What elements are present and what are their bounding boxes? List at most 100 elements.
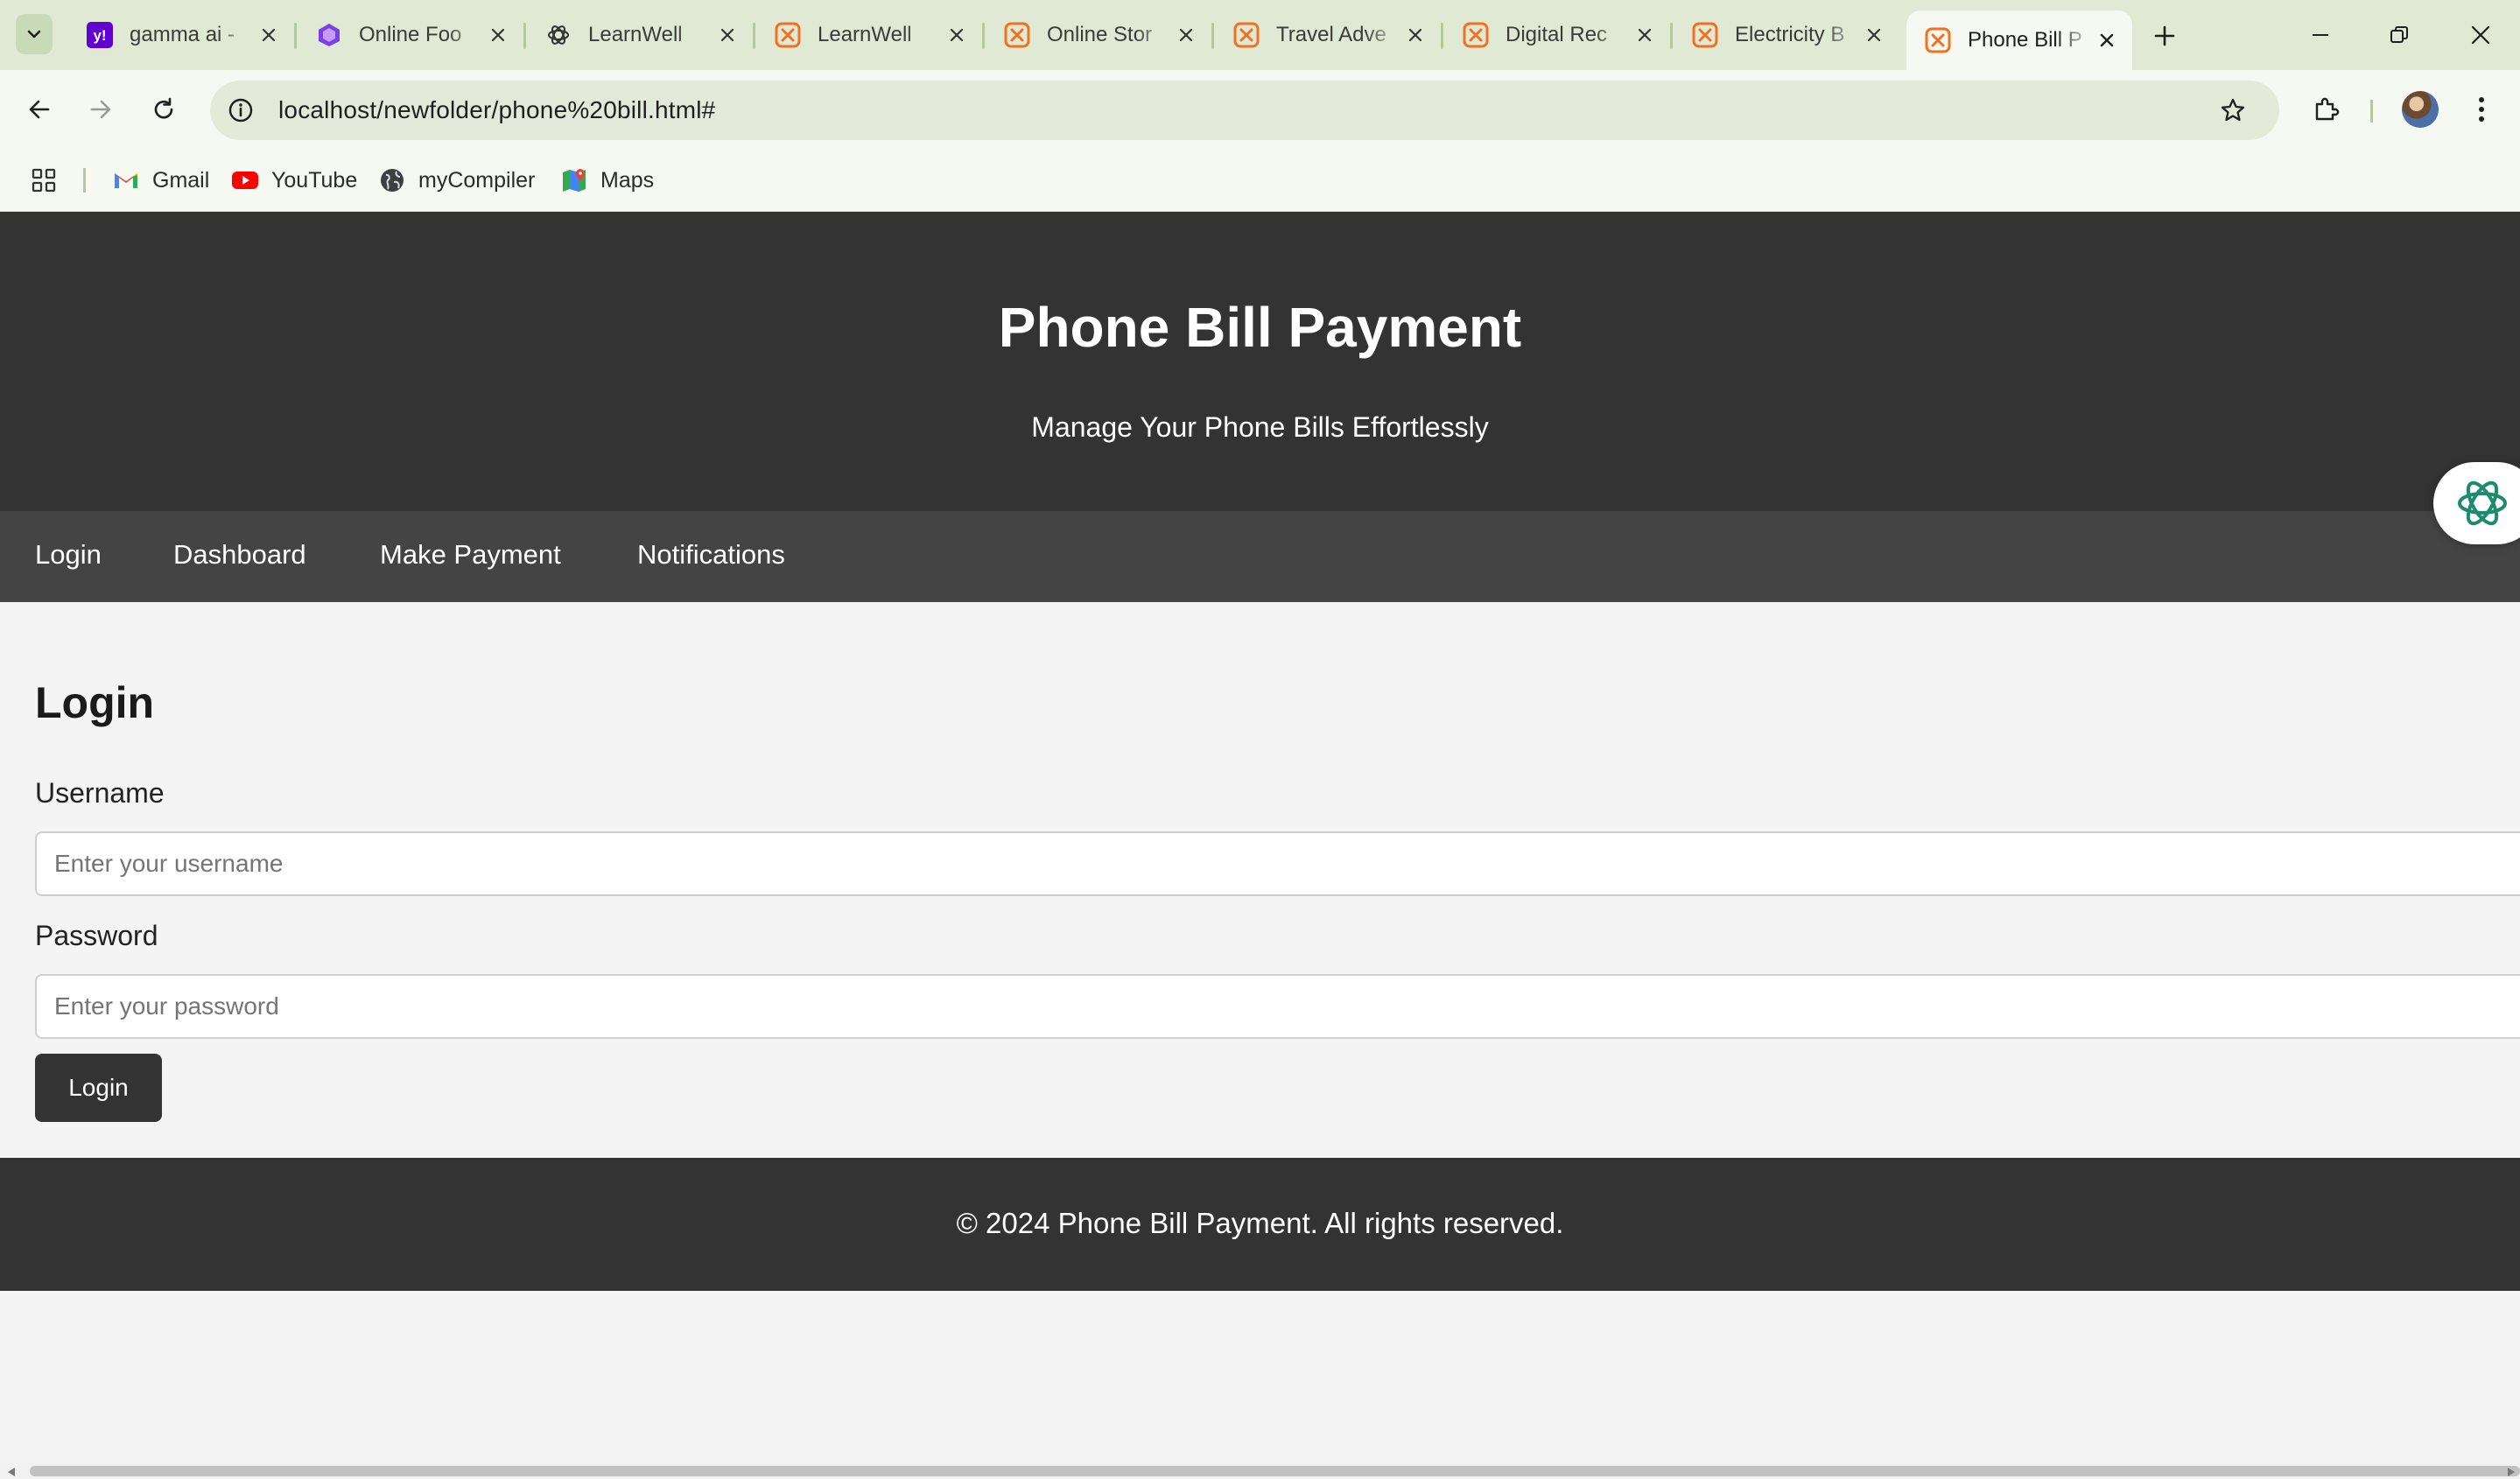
close-icon[interactable] [1402, 22, 1428, 48]
scrollbar-thumb[interactable] [30, 1466, 2520, 1476]
bookmark-youtube[interactable]: YouTube [231, 161, 357, 200]
plus-icon [2154, 25, 2175, 46]
nav-link-notifications[interactable]: Notifications [637, 539, 785, 571]
bookmark-gmail[interactable]: Gmail [112, 161, 209, 200]
new-tab-button[interactable] [2144, 16, 2185, 56]
nav-link-dashboard[interactable]: Dashboard [173, 539, 306, 571]
bookmark-label: Gmail [152, 167, 210, 193]
login-heading: Login [35, 678, 155, 727]
web-page: Phone Bill Payment Manage Your Phone Bil… [0, 212, 2520, 1463]
close-icon[interactable] [485, 22, 511, 48]
tab-0[interactable]: y! gamma ai - [68, 9, 294, 61]
extensions-button[interactable] [2304, 88, 2348, 131]
xampp-icon [1462, 21, 1490, 49]
tab-title: Phone Bill P [1968, 28, 2082, 52]
site-header: Phone Bill Payment Manage Your Phone Bil… [0, 212, 2520, 511]
bookmark-label: Maps [600, 167, 655, 193]
tab-title: Online Stor [1047, 23, 1153, 46]
scroll-right-icon[interactable] [2505, 1467, 2517, 1477]
bookmark-mycompiler[interactable]: myCompiler [378, 161, 535, 200]
yahoo-icon: y! [86, 21, 114, 49]
page-title: Phone Bill Payment [998, 296, 1522, 359]
tab-title: Digital Rec [1506, 23, 1608, 46]
tab-separator [523, 23, 526, 49]
browser-toolbar: localhost/newfolder/phone%20bill.html# [0, 70, 2520, 149]
maps-icon [560, 166, 588, 194]
openai-icon [544, 21, 572, 49]
apps-grid-icon[interactable] [26, 163, 61, 198]
tab-5[interactable]: Travel Adve [1215, 9, 1441, 61]
restore-icon [2390, 26, 2408, 43]
close-icon[interactable] [1632, 22, 1658, 48]
arrow-right-icon [90, 100, 111, 119]
bookmark-label: YouTube [271, 167, 358, 193]
username-input[interactable] [35, 831, 2520, 896]
tab-6[interactable]: Digital Rec [1444, 9, 1670, 61]
tab-separator [1441, 23, 1443, 49]
profile-avatar[interactable] [2402, 91, 2439, 128]
xampp-icon [774, 21, 802, 49]
close-icon [2471, 25, 2490, 45]
password-label: Password [35, 920, 158, 951]
close-icon[interactable] [2094, 27, 2120, 53]
gmail-icon [112, 166, 140, 194]
tab-title: LearnWell [588, 23, 683, 46]
tab-title: Electricity B [1735, 23, 1845, 46]
tab-3[interactable]: LearnWell [756, 9, 982, 61]
xampp-icon [1924, 26, 1952, 54]
close-icon[interactable] [714, 22, 741, 48]
more-vertical-icon [2479, 97, 2484, 122]
tab-search-button[interactable] [16, 14, 53, 54]
password-input[interactable] [35, 974, 2520, 1039]
reload-button[interactable] [142, 88, 186, 131]
ai-assistant-icon [2458, 480, 2507, 526]
login-submit-button[interactable]: Login [35, 1054, 162, 1122]
tab-1[interactable]: Online Foo [298, 9, 523, 61]
tab-title: Online Foo [359, 23, 462, 46]
arrow-left-icon [29, 100, 50, 119]
site-info-icon[interactable] [221, 90, 261, 130]
tab-title: Travel Adve [1276, 23, 1386, 46]
minimize-button[interactable] [2290, 9, 2351, 61]
page-tagline: Manage Your Phone Bills Effortlessly [1031, 411, 1489, 443]
bookmark-star-icon[interactable] [2213, 90, 2253, 130]
bookmark-maps[interactable]: Maps [560, 161, 654, 200]
username-label: Username [35, 777, 165, 809]
site-nav: Login Dashboard Make Payment Notificatio… [0, 511, 2520, 602]
minimize-icon [2313, 34, 2328, 36]
scroll-left-icon[interactable] [5, 1467, 18, 1477]
url-text[interactable]: localhost/newfolder/phone%20bill.html# [278, 96, 715, 124]
tab-8-active[interactable]: Phone Bill P [1906, 11, 2132, 70]
close-icon[interactable] [1173, 22, 1199, 48]
horizontal-scrollbar[interactable] [0, 1463, 2520, 1479]
assistant-floating-button[interactable] [2433, 462, 2520, 544]
tab-2[interactable]: LearnWell [527, 9, 753, 61]
bookmarks-divider [83, 168, 86, 193]
xampp-icon [1003, 21, 1031, 49]
nav-link-make-payment[interactable]: Make Payment [380, 539, 561, 571]
tab-separator [982, 23, 985, 49]
bookmark-label: myCompiler [418, 167, 536, 193]
tab-separator [1211, 23, 1214, 49]
toolbar-divider [2370, 100, 2373, 123]
tab-title: LearnWell [818, 23, 912, 46]
restore-button[interactable] [2369, 9, 2430, 61]
nav-link-login[interactable]: Login [35, 539, 102, 571]
close-icon[interactable] [944, 22, 970, 48]
close-icon[interactable] [1861, 22, 1887, 48]
close-window-button[interactable] [2450, 9, 2511, 61]
back-button[interactable] [18, 88, 61, 131]
address-bar[interactable]: localhost/newfolder/phone%20bill.html# [210, 81, 2279, 140]
tab-4[interactable]: Online Stor [986, 9, 1211, 61]
puzzle-icon [2315, 97, 2340, 121]
xampp-icon [1691, 21, 1719, 49]
forward-button[interactable] [79, 88, 123, 131]
svg-text:y!: y! [93, 27, 106, 44]
close-icon[interactable] [256, 22, 282, 48]
browser-menu-button[interactable] [2461, 88, 2502, 131]
globe-icon [378, 166, 406, 194]
tab-7[interactable]: Electricity B [1674, 9, 1899, 61]
xampp-icon [1232, 21, 1260, 49]
tab-separator [1670, 23, 1673, 49]
tab-title: gamma ai - [130, 23, 235, 46]
